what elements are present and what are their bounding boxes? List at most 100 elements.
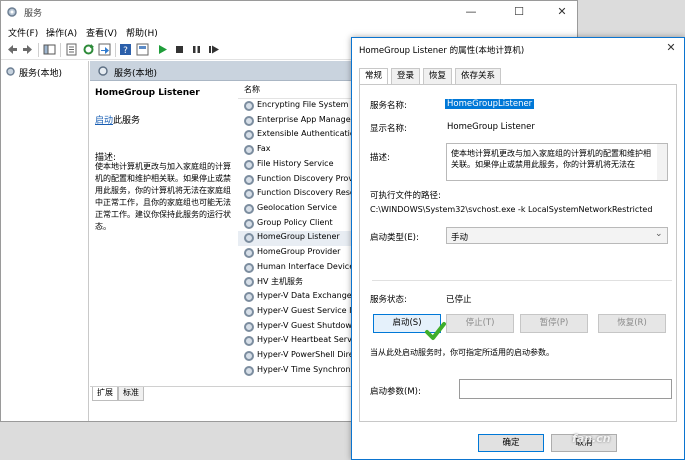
start-service-icon[interactable] [156, 43, 169, 56]
services-app-icon [7, 7, 17, 17]
list-item[interactable]: Function Discovery Prov [238, 173, 358, 188]
exec-path-value[interactable]: C:\WINDOWS\System32\svchost.exe -k Local… [370, 205, 652, 214]
console-tree: 服务(本地) [1, 61, 89, 421]
service-name-value[interactable]: HomeGroupListener [445, 99, 535, 109]
service-status-label: 服务状态: [370, 295, 407, 305]
tree-item-services-local[interactable]: 服务(本地) [19, 66, 62, 79]
pause-service-icon[interactable] [190, 43, 203, 56]
tab-recovery[interactable]: 恢复 [423, 68, 453, 84]
window-title: 服务 [24, 9, 43, 19]
menu-help[interactable]: 帮助(H) [126, 26, 158, 39]
service-gear-icon [244, 130, 254, 141]
dialog-title: HomeGroup Listener 的属性(本地计算机) [359, 46, 525, 56]
services-list: Encrypting File System ( Enterprise App … [238, 99, 358, 381]
general-tab-panel: 服务名称: HomeGroupListener 显示名称: HomeGroup … [359, 84, 677, 422]
tab-extended[interactable]: 扩展 [92, 387, 118, 401]
description-scrollbar[interactable] [657, 144, 667, 180]
list-item[interactable]: Hyper-V Guest Service I [238, 305, 358, 320]
list-item[interactable]: HV 主机服务 [238, 275, 358, 290]
start-params-label: 启动参数(M): [370, 387, 421, 397]
tab-logon[interactable]: 登录 [391, 68, 421, 84]
service-gear-icon [244, 350, 254, 361]
help-icon[interactable]: ? [119, 43, 132, 56]
list-item[interactable]: Hyper-V Data Exchange [238, 290, 358, 305]
stop-service-icon[interactable] [173, 43, 186, 56]
service-gear-icon [244, 218, 254, 229]
tab-standard[interactable]: 标准 [118, 387, 144, 401]
description-text: 使本地计算机更改与加入家庭组的计算机的配置和维护相关联。如果停止或禁用此服务，你… [95, 162, 231, 231]
display-name-value[interactable]: HomeGroup Listener [447, 122, 535, 132]
column-header-label: 名称 [244, 85, 260, 94]
tab-dependencies[interactable]: 依存关系 [455, 68, 502, 84]
startup-type-label: 启动类型(E): [370, 233, 419, 243]
close-button[interactable]: ✕ [547, 1, 577, 23]
menu-view[interactable]: 查看(V) [86, 26, 117, 39]
service-gear-icon [244, 306, 254, 317]
menu-action[interactable]: 操作(A) [46, 26, 77, 39]
list-item[interactable]: Fax [238, 143, 358, 158]
list-item[interactable]: Geolocation Service [238, 202, 358, 217]
pause-button[interactable]: 暂停(P) [520, 314, 588, 333]
start-link-suffix: 此服务 [113, 116, 141, 126]
details-view-icon[interactable] [136, 43, 149, 56]
service-gear-icon [244, 262, 254, 273]
service-gear-icon [244, 101, 254, 111]
list-item[interactable]: File History Service [238, 158, 358, 173]
list-item[interactable]: Hyper-V Heartbeat Serv [238, 334, 358, 349]
service-gear-icon [244, 189, 254, 200]
list-item[interactable]: Enterprise App Manage [238, 114, 358, 129]
service-gear-icon [244, 292, 254, 303]
start-service-link[interactable]: 启动 [95, 113, 113, 126]
service-gear-icon [244, 174, 254, 185]
startup-type-select[interactable]: 手动 ⌄ [446, 227, 668, 244]
start-params-hint: 当从此处启动服务时，你可指定所适用的启动参数。 [370, 348, 554, 357]
list-item[interactable]: Group Policy Client [238, 217, 358, 232]
list-item-selected[interactable]: HomeGroup Listener [238, 231, 358, 246]
service-gear-icon [244, 321, 254, 332]
stop-button[interactable]: 停止(T) [446, 314, 514, 333]
exec-path-label: 可执行文件的路径: [370, 191, 441, 201]
column-header-name[interactable]: 名称 [238, 81, 358, 99]
service-gear-icon [244, 336, 254, 347]
pane-header-label: 服务(本地) [114, 69, 158, 79]
export-list-icon[interactable] [98, 43, 111, 56]
menu-file[interactable]: 文件(F) [8, 26, 38, 39]
list-item[interactable]: Human Interface Device [238, 261, 358, 276]
minimize-button[interactable]: — [456, 1, 486, 23]
resume-button[interactable]: 恢复(R) [598, 314, 666, 333]
description-value: 使本地计算机更改与加入家庭组的计算机的配置和维护相关联。如果停止或禁用此服务，你… [451, 149, 651, 169]
service-gear-icon [244, 203, 254, 214]
forward-arrow-icon[interactable] [21, 43, 34, 56]
service-name-label: 服务名称: [370, 101, 407, 111]
start-params-input[interactable] [459, 379, 672, 399]
selected-service-title: HomeGroup Listener [95, 88, 200, 98]
list-item[interactable]: Hyper-V PowerShell Dire [238, 349, 358, 364]
list-item[interactable]: Extensible Authenticatio [238, 128, 358, 143]
ok-button[interactable]: 确定 [478, 434, 544, 452]
display-name-label: 显示名称: [370, 124, 407, 134]
watermark: fan.cn [572, 432, 611, 445]
dialog-close-button[interactable]: ✕ [662, 41, 680, 57]
services-gear-icon [6, 67, 15, 76]
list-item[interactable]: HomeGroup Provider [238, 246, 358, 261]
service-status-value: 已停止 [446, 295, 472, 305]
list-item[interactable]: Hyper-V Time Synchron [238, 364, 358, 379]
back-arrow-icon[interactable] [6, 43, 19, 56]
dialog-tabs: 常规 登录 恢复 依存关系 [359, 68, 677, 85]
maximize-button[interactable]: ☐ [504, 1, 534, 23]
refresh-icon[interactable] [82, 43, 95, 56]
tab-general[interactable]: 常规 [359, 68, 389, 85]
restart-service-icon[interactable] [207, 43, 220, 56]
console-tree-icon[interactable] [43, 43, 56, 56]
properties-icon[interactable] [65, 43, 78, 56]
chevron-down-icon: ⌄ [655, 229, 663, 239]
list-item[interactable]: Encrypting File System ( [238, 99, 358, 114]
description-field[interactable]: 使本地计算机更改与加入家庭组的计算机的配置和维护相关联。如果停止或禁用此服务，你… [446, 143, 668, 181]
checkmark-icon [425, 322, 446, 340]
list-item[interactable]: Function Discovery Reso [238, 187, 358, 202]
list-item[interactable]: Hyper-V Guest Shutdow [238, 320, 358, 335]
service-gear-icon [244, 248, 254, 258]
description-label: 描述: [370, 153, 390, 163]
service-gear-icon [244, 145, 254, 156]
svg-text:?: ? [123, 46, 128, 56]
